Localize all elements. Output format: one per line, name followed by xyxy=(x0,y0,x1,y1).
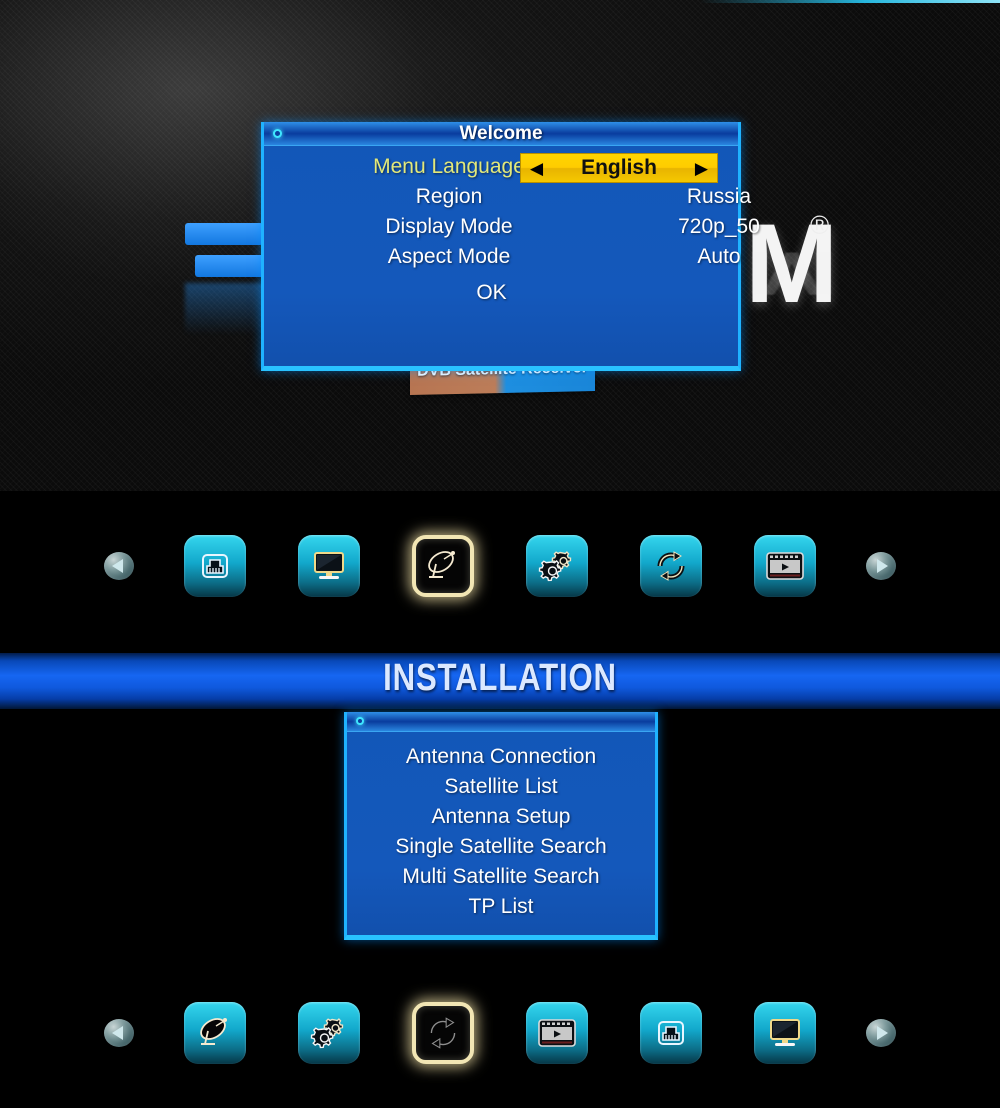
menu-item-antenna-connection[interactable]: Antenna Connection xyxy=(347,742,655,772)
setting-value-menu-language: English xyxy=(581,156,657,179)
top-icon-slot-monitor xyxy=(272,535,386,597)
gears-icon[interactable] xyxy=(298,1002,360,1064)
top-icon-bar xyxy=(0,491,1000,641)
setting-label-region: Region xyxy=(415,185,483,208)
top-icon-slot-network xyxy=(158,535,272,597)
chevron-right-icon[interactable]: ▶ xyxy=(695,160,708,177)
setting-value-aspect-mode: Auto xyxy=(697,245,741,268)
satellite-dish-icon[interactable] xyxy=(412,535,474,597)
bottom-icon-slot-settings xyxy=(272,1002,386,1064)
setting-row-menu-language[interactable]: Menu Language ◀ English ▶ xyxy=(264,153,738,185)
setting-value-region: Russia xyxy=(686,185,752,208)
setting-label-display-mode: Display Mode xyxy=(385,215,513,238)
arrow-left-icon[interactable] xyxy=(104,1019,134,1047)
setting-row-region[interactable]: Region Russia xyxy=(264,185,751,215)
gears-icon[interactable] xyxy=(526,535,588,597)
satellite-dish-icon[interactable] xyxy=(184,1002,246,1064)
top-icon-slot-settings xyxy=(500,535,614,597)
installation-menu-dialog: Antenna Connection Satellite List Antenn… xyxy=(344,712,658,940)
menu-item-multi-satellite-search[interactable]: Multi Satellite Search xyxy=(347,862,655,892)
arrow-left-icon[interactable] xyxy=(104,552,134,580)
arrow-right-icon[interactable] xyxy=(866,1019,896,1047)
network-port-icon[interactable] xyxy=(184,535,246,597)
bottom-icon-slot-network xyxy=(614,1002,728,1064)
installation-menu-titlebar xyxy=(347,712,655,732)
setting-value-selector-menu-language[interactable]: ◀ English ▶ xyxy=(520,153,718,183)
menu-item-tp-list[interactable]: TP List xyxy=(347,892,655,922)
bottom-icon-slot-satellite xyxy=(158,1002,272,1064)
bottom-icon-slot-monitor xyxy=(728,1002,842,1064)
menu-item-satellite-list[interactable]: Satellite List xyxy=(347,772,655,802)
welcome-dialog: Welcome Menu Language ◀ English ▶ Region… xyxy=(261,122,760,371)
welcome-settings-list: Menu Language ◀ English ▶ Region Russia … xyxy=(264,146,760,305)
welcome-screen-panel: M ® M DVB Satellite Receiver Welcome Men… xyxy=(0,0,1000,491)
welcome-dialog-titlebar: Welcome xyxy=(264,122,738,146)
refresh-icon[interactable] xyxy=(412,1002,474,1064)
network-port-icon[interactable] xyxy=(640,1002,702,1064)
welcome-dialog-title: Welcome xyxy=(459,123,543,144)
top-icon-slot-refresh xyxy=(614,535,728,597)
top-icon-slot-media xyxy=(728,535,842,597)
installation-menu-list: Antenna Connection Satellite List Antenn… xyxy=(347,732,655,922)
monitor-icon[interactable] xyxy=(298,535,360,597)
media-player-icon[interactable] xyxy=(526,1002,588,1064)
top-prev-slot xyxy=(80,552,158,580)
top-accent-line xyxy=(700,0,1000,3)
window-marker-icon xyxy=(356,717,364,725)
monitor-icon[interactable] xyxy=(754,1002,816,1064)
chevron-left-icon[interactable]: ◀ xyxy=(530,160,543,177)
bottom-next-slot xyxy=(842,1019,920,1047)
bottom-icon-slot-refresh xyxy=(386,1002,500,1064)
installation-banner: INSTALLATION xyxy=(0,653,1000,709)
top-icon-slot-satellite xyxy=(386,535,500,597)
bottom-icon-slot-media xyxy=(500,1002,614,1064)
setting-value-display-mode: 720p_50 xyxy=(678,215,760,238)
media-player-icon[interactable] xyxy=(754,535,816,597)
menu-item-single-satellite-search[interactable]: Single Satellite Search xyxy=(347,832,655,862)
bottom-prev-slot xyxy=(80,1019,158,1047)
setting-row-display-mode[interactable]: Display Mode 720p_50 xyxy=(264,215,760,245)
arrow-right-icon[interactable] xyxy=(866,552,896,580)
installation-banner-title: INSTALLATION xyxy=(383,657,617,699)
top-next-slot xyxy=(842,552,920,580)
menu-item-antenna-setup[interactable]: Antenna Setup xyxy=(347,802,655,832)
refresh-icon[interactable] xyxy=(640,535,702,597)
ok-button[interactable]: OK xyxy=(264,281,719,305)
registered-trademark-icon: ® xyxy=(810,210,830,240)
setting-row-aspect-mode[interactable]: Aspect Mode Auto xyxy=(264,245,741,275)
setting-label-aspect-mode: Aspect Mode xyxy=(387,245,511,268)
bottom-icon-bar xyxy=(0,958,1000,1108)
